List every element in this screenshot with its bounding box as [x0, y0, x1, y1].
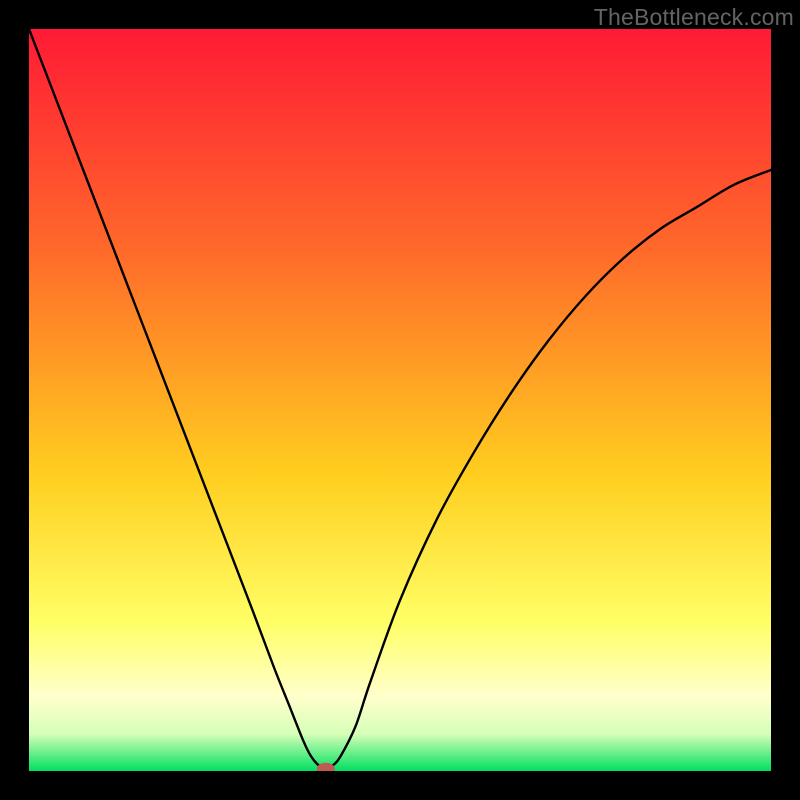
watermark-text: TheBottleneck.com — [594, 4, 794, 31]
bottleneck-chart — [29, 29, 771, 771]
chart-frame — [29, 29, 771, 771]
chart-background — [29, 29, 771, 771]
